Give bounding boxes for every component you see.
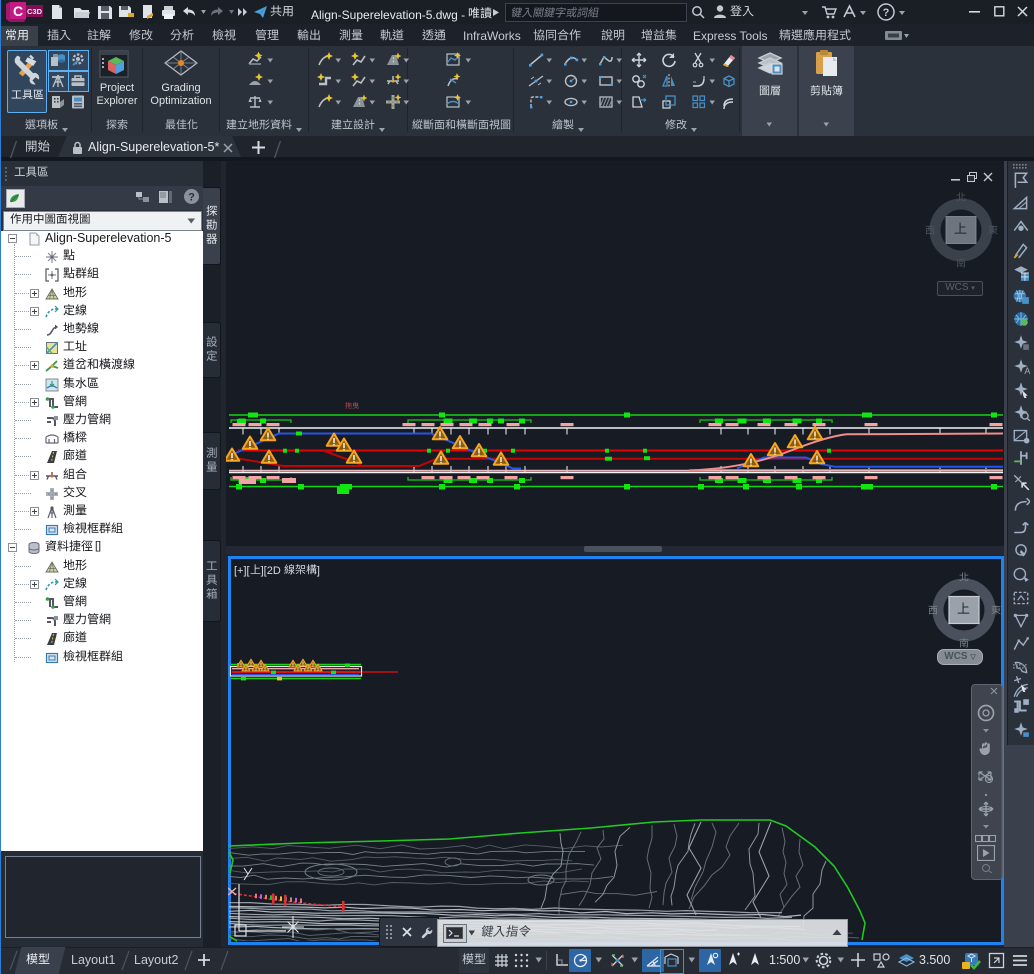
svg-text:C3D: C3D — [27, 7, 43, 16]
svg-text:?: ? — [883, 7, 890, 19]
svg-text:A: A — [1024, 365, 1030, 374]
svg-text:C: C — [13, 3, 23, 19]
svg-text:?: ? — [188, 192, 195, 204]
